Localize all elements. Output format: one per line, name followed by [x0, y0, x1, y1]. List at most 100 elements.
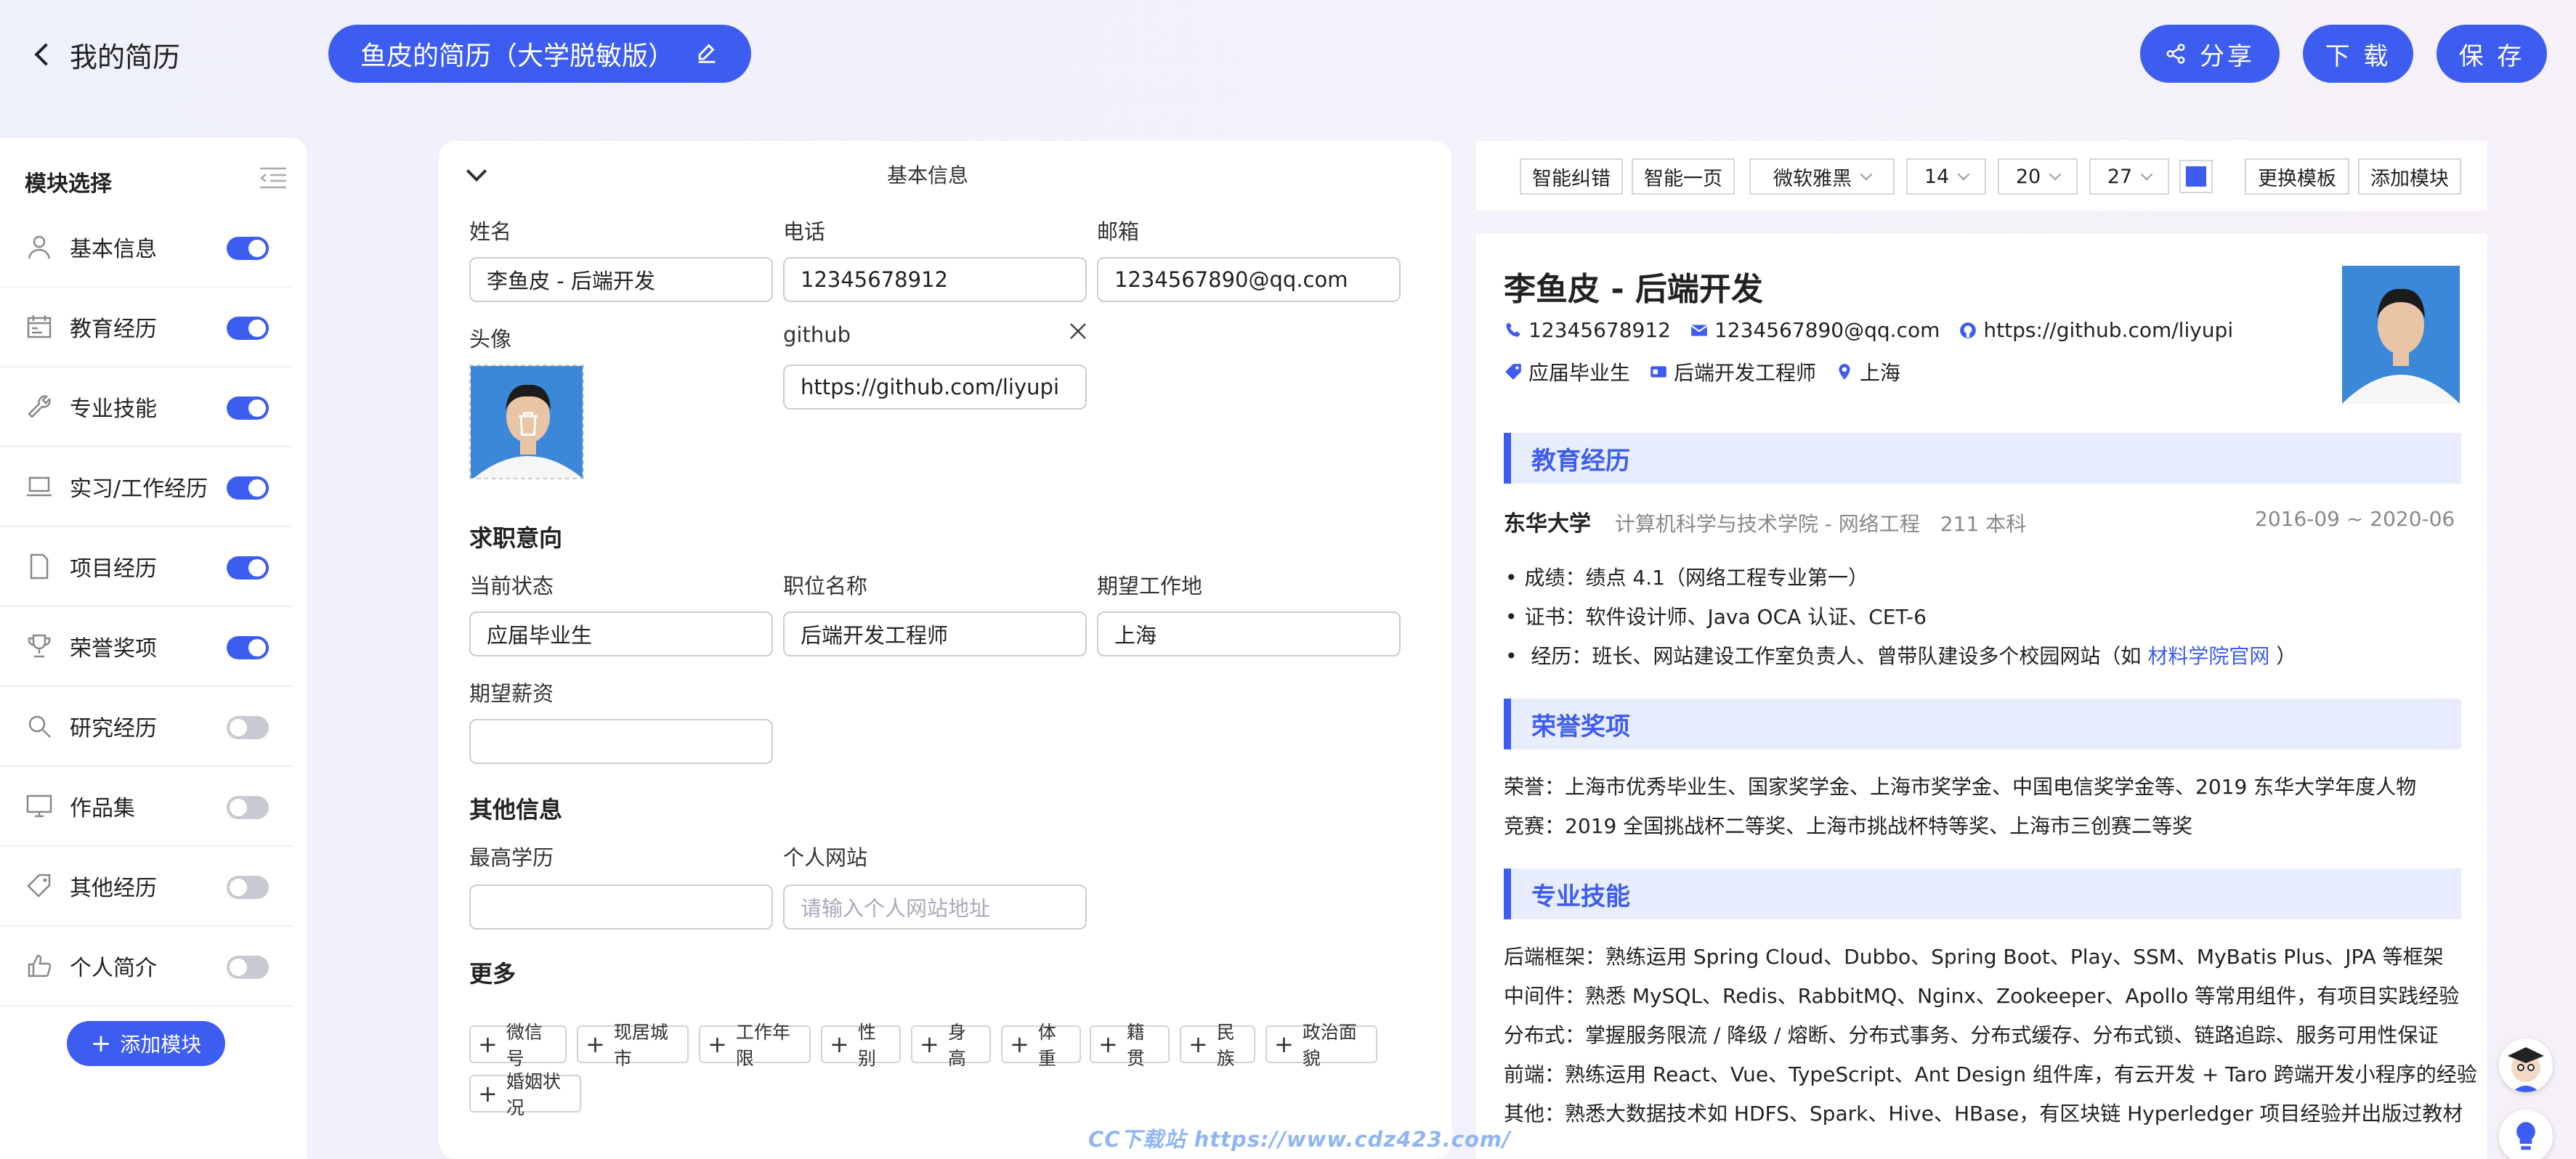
download-button[interactable]: 下 载 — [2303, 25, 2413, 83]
sidebar-item[interactable]: 荣誉奖项 — [0, 607, 293, 687]
delete-icon[interactable] — [516, 410, 540, 437]
phone-label: 电话 — [783, 219, 826, 244]
plus-icon: + — [478, 1030, 498, 1058]
user-icon — [25, 232, 54, 261]
sidebar-item-label: 教育经历 — [70, 317, 157, 342]
theme-color-picker[interactable] — [2179, 160, 2213, 193]
plus-icon: + — [1010, 1030, 1029, 1058]
module-toggle[interactable] — [227, 317, 269, 340]
chevron-down-icon — [2049, 168, 2062, 181]
add-module-toolbar-button[interactable]: 添加模块 — [2358, 158, 2461, 195]
add-field-tag[interactable]: + 籍贯 — [1090, 1022, 1170, 1069]
website-input[interactable]: 请输入个人网站地址 — [783, 884, 1087, 930]
skill-line: 其他：熟悉大数据技术如 HDFS、Spark、Hive、HBase，有区块链 H… — [1504, 1102, 2463, 1126]
status-label: 当前状态 — [469, 574, 554, 598]
add-field-tag[interactable]: + 婚姻状况 — [469, 1071, 581, 1118]
watermark: CC下载站 https://www.cdz423.com/ — [1088, 1127, 1511, 1152]
github-input[interactable]: https://github.com/liyupi — [783, 365, 1087, 410]
smart-fix-button[interactable]: 智能纠错 — [1520, 158, 1623, 195]
close-icon[interactable] — [1068, 321, 1088, 341]
sidebar-item[interactable]: 实习/工作经历 — [0, 447, 293, 527]
plus-icon: + — [90, 1029, 112, 1058]
phone-input[interactable]: 12345678912 — [783, 257, 1087, 302]
email-label: 邮箱 — [1097, 219, 1140, 244]
tips-button[interactable] — [2499, 1110, 2553, 1159]
assistant-avatar-button[interactable] — [2499, 1038, 2553, 1092]
collapse-icon[interactable] — [259, 166, 288, 190]
avatar-upload[interactable] — [469, 365, 584, 479]
name-input[interactable]: 李鱼皮 - 后端开发 — [469, 257, 773, 302]
add-field-tag-label: 微信号 — [506, 1022, 543, 1069]
share-button[interactable]: 分享 — [2140, 25, 2280, 83]
mail-icon — [1690, 324, 1708, 336]
color-swatch — [2186, 166, 2206, 187]
add-field-tag-label: 性别 — [857, 1022, 876, 1069]
location-input[interactable]: 上海 — [1097, 611, 1401, 656]
add-field-tag-label: 民族 — [1216, 1022, 1235, 1069]
laptop-icon — [25, 472, 54, 501]
lightbulb-icon — [2516, 1122, 2535, 1150]
sidebar-item[interactable]: 其他经历 — [0, 847, 293, 927]
email-input[interactable]: 1234567890@qq.com — [1097, 257, 1401, 302]
sidebar-item[interactable]: 项目经历 — [0, 527, 293, 607]
module-toggle[interactable] — [227, 396, 269, 420]
module-toggle[interactable] — [227, 876, 269, 899]
resume-title: 鱼皮的简历（大学脱敏版） — [360, 41, 675, 71]
add-field-tag-label: 体重 — [1037, 1022, 1056, 1069]
thumbs-up-icon — [25, 951, 54, 980]
module-toggle[interactable] — [227, 476, 269, 500]
sidebar-item[interactable]: 基本信息 — [0, 208, 293, 288]
status-input[interactable]: 应届毕业生 — [469, 611, 773, 656]
font-select[interactable]: 微软雅黑 — [1749, 158, 1895, 195]
file-icon — [25, 552, 54, 581]
sidebar-item[interactable]: 研究经历 — [0, 687, 293, 767]
module-toggle[interactable] — [227, 716, 269, 739]
save-button[interactable]: 保 存 — [2437, 25, 2547, 83]
plus-icon: + — [830, 1030, 849, 1058]
line-height-select[interactable]: 20 — [1998, 158, 2078, 195]
chevron-down-icon — [1860, 168, 1873, 181]
add-field-tag[interactable]: + 现居城市 — [577, 1022, 689, 1069]
back-button[interactable]: 我的简历 — [29, 30, 180, 78]
smart-page-button[interactable]: 智能一页 — [1632, 158, 1735, 195]
position-input[interactable]: 后端开发工程师 — [783, 611, 1087, 656]
edu-bullet-text: 经历：班长、网站建设工作室负责人、曾带队建设多个校园网站（如 — [1531, 644, 2142, 668]
location-label: 期望工作地 — [1097, 574, 1203, 598]
module-toggle[interactable] — [227, 556, 269, 580]
module-toggle[interactable] — [227, 636, 269, 659]
add-field-tag[interactable]: + 性别 — [821, 1022, 901, 1069]
salary-input[interactable] — [469, 719, 773, 764]
module-toggle[interactable] — [227, 237, 269, 260]
plus-icon: + — [478, 1080, 498, 1107]
spacing-select[interactable]: 27 — [2089, 158, 2169, 195]
add-field-tag[interactable]: + 工作年限 — [699, 1022, 811, 1069]
sidebar-item[interactable]: 作品集 — [0, 767, 293, 847]
tag-icon — [25, 871, 54, 900]
module-toggle[interactable] — [227, 956, 269, 979]
sidebar-item[interactable]: 专业技能 — [0, 367, 293, 447]
font-size-select[interactable]: 14 — [1906, 158, 1986, 195]
calendar-icon — [25, 312, 54, 341]
preview-github: https://github.com/liyupi — [1983, 318, 2234, 342]
add-field-tag-label: 婚姻状况 — [506, 1071, 561, 1118]
add-field-tag[interactable]: + 身高 — [911, 1022, 991, 1069]
smart-page-label: 智能一页 — [1644, 167, 1722, 190]
degree-input[interactable] — [469, 884, 773, 930]
add-field-tag[interactable]: + 政治面貌 — [1265, 1022, 1377, 1069]
preview-status: 应届毕业生 — [1528, 361, 1631, 385]
add-field-tag[interactable]: + 体重 — [1001, 1022, 1081, 1069]
college-website-link[interactable]: 材料学院官网 — [2147, 644, 2269, 668]
sidebar-item-label: 项目经历 — [70, 556, 157, 582]
resume-title-pill[interactable]: 鱼皮的简历（大学脱敏版） — [328, 25, 752, 83]
sidebar-item[interactable]: 个人简介 — [0, 927, 293, 1006]
change-template-button[interactable]: 更换模板 — [2245, 158, 2349, 195]
sidebar-item[interactable]: 教育经历 — [0, 288, 293, 367]
honor-line: 竞赛：2019 全国挑战杯二等奖、上海市挑战杯特等奖、上海市三创赛二等奖 — [1504, 814, 2193, 838]
add-module-button[interactable]: + 添加模块 — [67, 1021, 225, 1066]
add-field-tag[interactable]: + 民族 — [1180, 1022, 1255, 1069]
edit-icon[interactable] — [694, 41, 719, 66]
add-field-tag[interactable]: + 微信号 — [469, 1022, 567, 1069]
chevron-left-icon — [34, 43, 57, 66]
edu-dates: 2016-09 ~ 2020-06 — [2255, 507, 2455, 531]
module-toggle[interactable] — [227, 796, 269, 819]
